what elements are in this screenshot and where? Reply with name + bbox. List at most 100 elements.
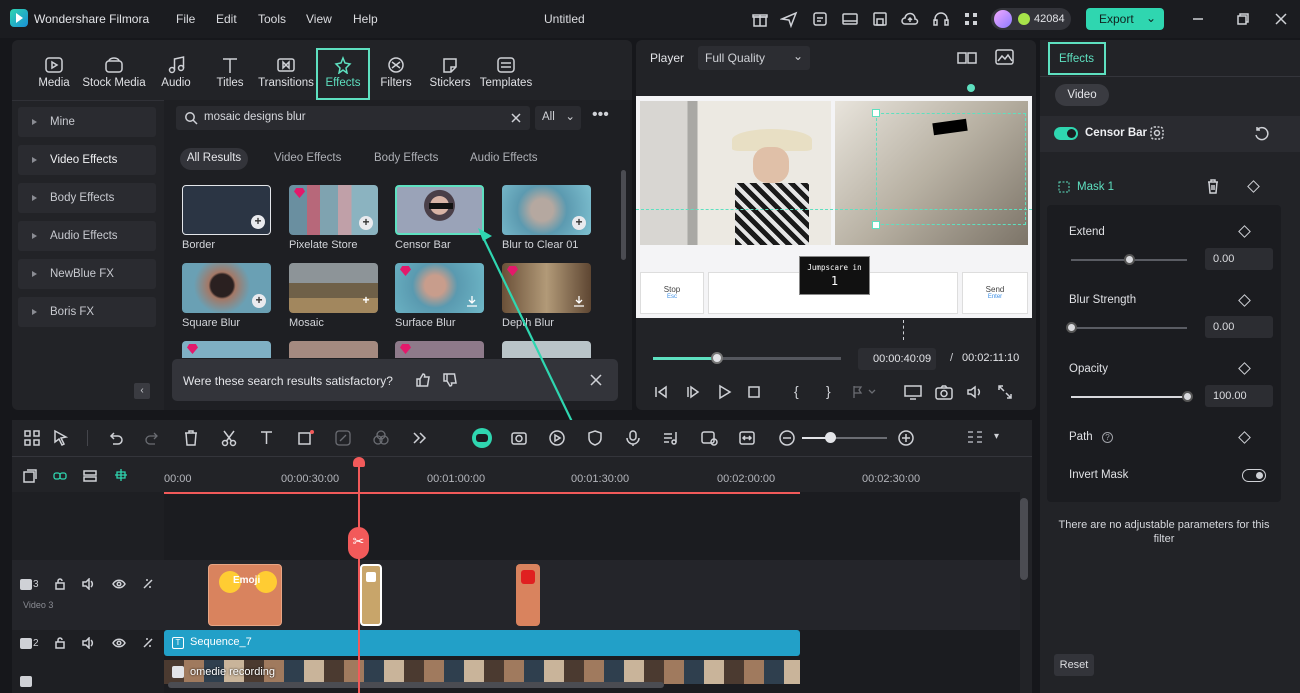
fit-width-icon[interactable]: [738, 429, 756, 447]
slider-knob[interactable]: [1066, 322, 1077, 333]
cloud-upload-icon[interactable]: [901, 10, 919, 28]
menu-help[interactable]: Help: [353, 12, 378, 26]
keyframe-diamond-icon[interactable]: [1247, 180, 1260, 193]
playhead-line[interactable]: [358, 460, 360, 693]
more-options-icon[interactable]: •••: [592, 107, 609, 123]
effect-thumb[interactable]: [182, 341, 271, 358]
reset-button[interactable]: Reset: [1054, 654, 1094, 676]
tab-templates[interactable]: Templates: [476, 48, 536, 98]
censor-bar-toggle[interactable]: [1054, 127, 1078, 140]
stop-icon[interactable]: [746, 384, 762, 400]
menu-view[interactable]: View: [306, 12, 332, 26]
clip-selected[interactable]: [360, 564, 382, 626]
chip-all-results[interactable]: All Results: [180, 148, 248, 170]
auto-reframe-icon[interactable]: [510, 429, 528, 447]
layout-grid-icon[interactable]: [23, 429, 41, 447]
menu-tools[interactable]: Tools: [258, 12, 286, 26]
thumbs-down-icon[interactable]: [442, 372, 458, 388]
handle-dot[interactable]: [967, 84, 975, 92]
mask-handle[interactable]: [872, 109, 880, 117]
zoom-slider[interactable]: [802, 432, 887, 443]
blur-strength-slider[interactable]: [1066, 322, 1187, 333]
menu-edit[interactable]: Edit: [216, 12, 237, 26]
keyframe-diamond-icon[interactable]: [1238, 362, 1251, 375]
track-list-icon[interactable]: [83, 469, 97, 483]
horizontal-scrollbar[interactable]: [168, 682, 664, 688]
tab-stock-media[interactable]: Stock Media: [82, 48, 146, 98]
effect-thumb-pixelate-store[interactable]: +: [289, 185, 378, 235]
tab-effects-properties[interactable]: Effects: [1048, 42, 1106, 75]
chip-video-effects[interactable]: Video Effects: [274, 148, 341, 170]
restore-icon[interactable]: [1234, 10, 1252, 28]
clip-sequence[interactable]: T Sequence_7: [164, 630, 800, 656]
chevron-down-icon[interactable]: ▾: [994, 431, 999, 442]
send-icon[interactable]: [780, 10, 798, 28]
keyframe-diamond-icon[interactable]: [1238, 225, 1251, 238]
trash-icon[interactable]: [1206, 179, 1220, 194]
extend-slider[interactable]: [1071, 254, 1187, 265]
sidebar-item-boris-fx[interactable]: Boris FX: [18, 297, 156, 327]
image-adjust-icon[interactable]: [995, 49, 1015, 65]
progress-knob[interactable]: [710, 352, 723, 364]
search-input[interactable]: mosaic designs blur: [204, 111, 306, 123]
color-icon[interactable]: [372, 429, 390, 447]
scrollbar[interactable]: [621, 170, 626, 260]
extend-value[interactable]: 0.00: [1205, 248, 1273, 270]
tab-video[interactable]: Video: [1055, 84, 1109, 106]
tab-titles[interactable]: Titles: [202, 48, 258, 98]
link-icon[interactable]: [53, 469, 67, 483]
invert-mask-toggle[interactable]: [1242, 469, 1266, 482]
keyframe-diamond-icon[interactable]: [1238, 294, 1251, 307]
progress-track[interactable]: [653, 352, 841, 364]
sidebar-item-mine[interactable]: Mine: [18, 107, 156, 137]
eye-icon[interactable]: [112, 638, 126, 648]
eye-icon[interactable]: [112, 579, 126, 589]
speed-icon[interactable]: [334, 429, 352, 447]
add-icon[interactable]: +: [359, 216, 373, 230]
video-preview[interactable]: Stop Esc Send Enter Jumpscare in 1: [636, 96, 1032, 318]
filter-dropdown[interactable]: All ⌄: [535, 106, 581, 130]
audio-list-icon[interactable]: [662, 429, 680, 447]
more-tools-icon[interactable]: [410, 429, 428, 447]
chip-audio-effects[interactable]: Audio Effects: [470, 148, 538, 170]
credits-badge[interactable]: 42084: [991, 8, 1071, 30]
sidebar-item-body-effects[interactable]: Body Effects: [18, 183, 156, 213]
add-icon[interactable]: +: [251, 215, 265, 229]
minimize-icon[interactable]: [1189, 10, 1207, 28]
sidebar-item-audio-effects[interactable]: Audio Effects: [18, 221, 156, 251]
tab-audio[interactable]: Audio: [148, 48, 204, 98]
tab-stickers[interactable]: Stickers: [422, 48, 478, 98]
effect-thumb[interactable]: [289, 341, 378, 358]
snapshot-camera-icon[interactable]: [935, 384, 953, 400]
effect-thumb[interactable]: [395, 341, 484, 358]
menu-file[interactable]: File: [176, 12, 195, 26]
gift-icon[interactable]: [751, 10, 769, 28]
layout-icon[interactable]: [841, 10, 859, 28]
delete-icon[interactable]: [182, 429, 200, 447]
effect-thumb-surface-blur[interactable]: [395, 263, 484, 313]
timeline-settings-icon[interactable]: [966, 429, 984, 447]
download-icon[interactable]: [466, 295, 478, 307]
volume-icon[interactable]: [966, 384, 984, 400]
thumbs-up-icon[interactable]: [415, 372, 431, 388]
mask-handle[interactable]: [872, 221, 880, 229]
undo-icon[interactable]: [106, 429, 124, 447]
clip-recording[interactable]: omedie recording: [164, 660, 800, 684]
effect-thumb-mosaic[interactable]: +: [289, 263, 378, 313]
download-icon[interactable]: [573, 295, 585, 307]
shield-icon[interactable]: [586, 429, 604, 447]
split-scissors-button[interactable]: ✂: [348, 527, 369, 559]
clip-emoji[interactable]: Emoji: [208, 564, 282, 626]
add-icon[interactable]: +: [252, 294, 266, 308]
redo-icon[interactable]: [144, 429, 162, 447]
motion-track-icon[interactable]: [548, 429, 566, 447]
scissors-icon[interactable]: [220, 429, 238, 447]
zoom-knob[interactable]: [825, 432, 836, 443]
microphone-icon[interactable]: [624, 429, 642, 447]
effect-thumb-depth-blur[interactable]: [502, 263, 591, 313]
effect-thumb-border[interactable]: +: [182, 185, 271, 235]
effect-thumb-censor-bar[interactable]: [395, 185, 484, 235]
select-tool-icon[interactable]: [52, 429, 70, 447]
ai-robot-icon[interactable]: [472, 428, 492, 448]
collapse-sidebar-button[interactable]: ‹: [134, 383, 150, 399]
